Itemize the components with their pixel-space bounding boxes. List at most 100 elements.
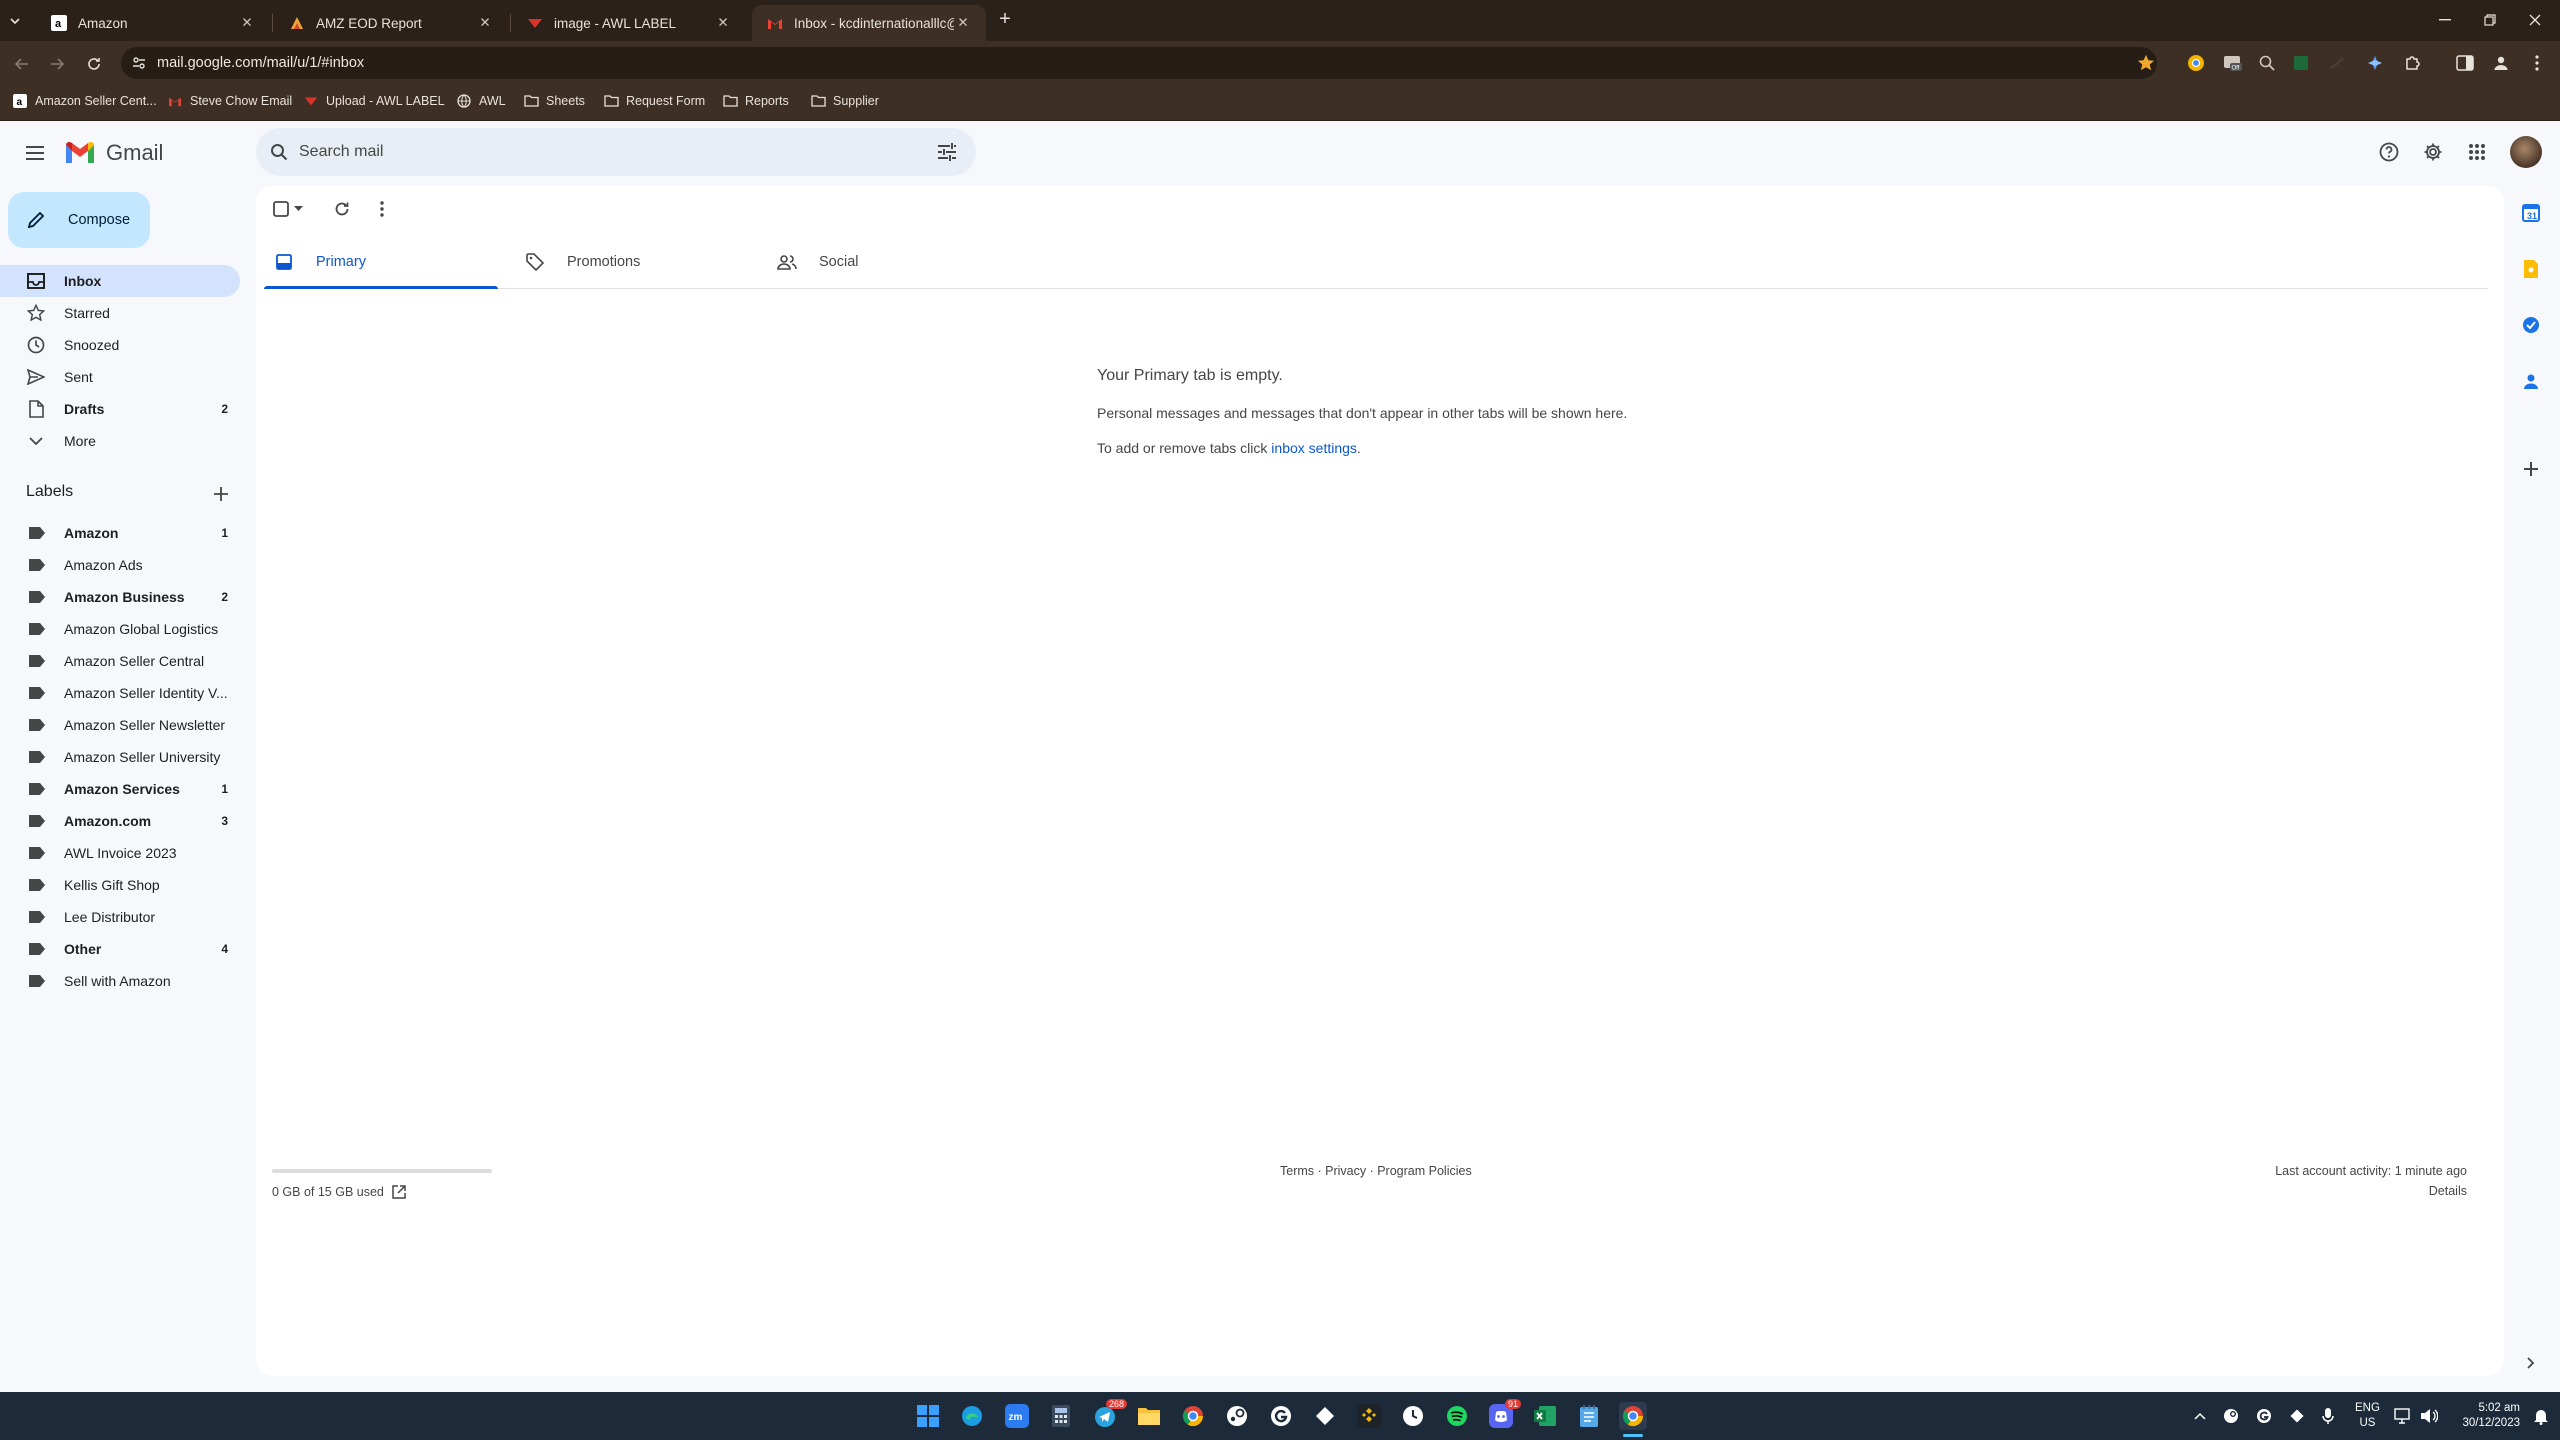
tab-search-button[interactable] [2, 12, 28, 30]
hide-side-panel-chevron-icon[interactable] [2520, 1352, 2542, 1374]
label-item[interactable]: Lee Distributor [0, 901, 240, 933]
bookmark-supplier[interactable]: Supplier [810, 90, 879, 112]
refresh-icon[interactable] [331, 198, 353, 220]
back-button[interactable] [10, 52, 34, 76]
tasks-icon[interactable] [2520, 314, 2542, 336]
url-text[interactable]: mail.google.com/mail/u/1/#inbox [157, 55, 364, 71]
tab-primary[interactable]: Primary [274, 236, 366, 288]
browser-tab-amazon[interactable]: a Amazon ✕ [36, 5, 270, 41]
new-tab-button[interactable]: + [994, 8, 1016, 30]
restore-icon[interactable] [2479, 9, 2501, 31]
discord-icon[interactable]: 91 [1487, 1399, 1521, 1430]
tab-social[interactable]: Social [777, 236, 859, 288]
browser-tab-gmail-inbox[interactable]: Inbox - kcdinternationalllc@gm ✕ [752, 5, 986, 41]
telegram-icon[interactable]: 268 [1091, 1399, 1127, 1430]
app-g-icon[interactable] [1267, 1402, 1295, 1430]
compose-button[interactable]: Compose [8, 192, 150, 248]
sidebar-item-starred[interactable]: Starred [0, 297, 240, 329]
label-item[interactable]: Amazon 1 [0, 517, 240, 549]
label-item[interactable]: Amazon.com 3 [0, 805, 240, 837]
extension-chrome-icon[interactable] [2185, 52, 2207, 74]
inbox-settings-link[interactable]: inbox settings [1271, 440, 1357, 456]
spotify-icon[interactable] [1443, 1402, 1471, 1430]
tray-volume-icon[interactable] [2418, 1402, 2440, 1430]
main-menu-icon[interactable] [24, 142, 46, 164]
app-clock-icon[interactable] [1399, 1402, 1427, 1430]
apps-grid-icon[interactable] [2466, 141, 2488, 163]
profile-icon[interactable] [2490, 52, 2512, 74]
bookmark-awl[interactable]: AWL [456, 90, 506, 112]
footer-policies-links[interactable]: Terms · Privacy · Program Policies [1280, 1164, 1472, 1178]
address-bar[interactable] [121, 47, 2157, 79]
keep-icon[interactable] [2520, 258, 2542, 280]
close-icon[interactable]: ✕ [954, 14, 972, 32]
sidebar-item-drafts[interactable]: Drafts 2 [0, 393, 240, 425]
bookmark-amazon-seller-central[interactable]: a Amazon Seller Cent... [12, 90, 157, 112]
tray-steam-icon[interactable] [2221, 1402, 2241, 1430]
label-item[interactable]: Other 4 [0, 933, 240, 965]
sidebar-item-inbox[interactable]: Inbox [0, 265, 240, 297]
calculator-icon[interactable] [1047, 1402, 1075, 1430]
label-item[interactable]: Amazon Ads [0, 549, 240, 581]
select-dropdown-icon[interactable] [291, 198, 305, 220]
close-icon[interactable]: ✕ [238, 14, 256, 32]
close-window-icon[interactable] [2524, 9, 2546, 31]
label-item[interactable]: Amazon Global Logistics [0, 613, 240, 645]
extensions-puzzle-icon[interactable] [2402, 52, 2424, 74]
open-external-icon[interactable] [392, 1185, 406, 1199]
browser-tab-amz-eod-report[interactable]: AMZ EOD Report ✕ [274, 5, 508, 41]
forward-button[interactable] [45, 52, 69, 76]
search-options-icon[interactable] [936, 141, 958, 163]
edge-browser-icon[interactable] [958, 1402, 986, 1430]
label-item[interactable]: Amazon Seller University [0, 741, 240, 773]
gmail-logo[interactable]: Gmail [64, 140, 163, 166]
get-addons-plus-icon[interactable] [2520, 458, 2542, 480]
more-options-icon[interactable] [371, 198, 393, 220]
input-language[interactable]: ENG US [2355, 1401, 2380, 1431]
label-item[interactable]: AWL Invoice 2023 [0, 837, 240, 869]
chrome-icon[interactable] [1179, 1402, 1207, 1430]
sidebar-item-snoozed[interactable]: Snoozed [0, 329, 240, 361]
taskbar-clock[interactable]: 5:02 am 30/12/2023 [2440, 1401, 2520, 1431]
tray-network-icon[interactable] [2392, 1402, 2414, 1430]
extension-off-icon[interactable]: Off [2222, 52, 2244, 74]
sidebar-item-more[interactable]: More [0, 425, 240, 457]
notepad-icon[interactable] [1575, 1402, 1603, 1430]
label-item[interactable]: Amazon Seller Central [0, 645, 240, 677]
activity-details-link[interactable]: Details [2429, 1184, 2467, 1198]
side-panel-icon[interactable] [2454, 52, 2476, 74]
search-input[interactable]: Search mail [299, 143, 383, 161]
chrome-active-icon[interactable] [1619, 1402, 1647, 1430]
tab-promotions[interactable]: Promotions [525, 236, 640, 288]
label-item[interactable]: Amazon Seller Identity V... [0, 677, 240, 709]
binance-icon[interactable] [1355, 1402, 1383, 1430]
settings-gear-icon[interactable] [2422, 141, 2444, 163]
windows-start-icon[interactable] [914, 1402, 942, 1430]
extension-blue-icon[interactable] [2364, 52, 2386, 74]
label-item[interactable]: Kellis Gift Shop [0, 869, 240, 901]
help-icon[interactable] [2378, 141, 2400, 163]
bookmark-upload-awl-label[interactable]: Upload - AWL LABEL [303, 90, 445, 112]
label-item[interactable]: Sell with Amazon [0, 965, 240, 997]
select-all-checkbox[interactable] [270, 198, 292, 220]
contacts-icon[interactable] [2520, 370, 2542, 392]
site-info-icon[interactable] [127, 51, 151, 75]
bookmark-steve-chow-email[interactable]: Steve Chow Email [167, 90, 292, 112]
close-icon[interactable]: ✕ [476, 14, 494, 32]
close-icon[interactable]: ✕ [714, 14, 732, 32]
reload-button[interactable] [82, 52, 106, 76]
extension-dark-icon[interactable] [2326, 52, 2348, 74]
add-label-plus-icon[interactable] [210, 483, 232, 505]
bookmark-sheets[interactable]: Sheets [523, 90, 585, 112]
minimize-icon[interactable] [2434, 9, 2456, 31]
label-item[interactable]: Amazon Business 2 [0, 581, 240, 613]
sidebar-item-sent[interactable]: Sent [0, 361, 240, 393]
browser-menu-icon[interactable] [2526, 52, 2548, 74]
steam-icon[interactable] [1223, 1402, 1251, 1430]
notifications-bell-icon[interactable] [2530, 1402, 2552, 1430]
bookmark-star-icon[interactable] [2135, 52, 2157, 74]
tray-pinwheel-icon[interactable] [2287, 1402, 2307, 1430]
tray-chevron-up-icon[interactable] [2190, 1402, 2210, 1430]
tray-app-icon[interactable] [2254, 1402, 2274, 1430]
file-explorer-icon[interactable] [1135, 1402, 1163, 1430]
